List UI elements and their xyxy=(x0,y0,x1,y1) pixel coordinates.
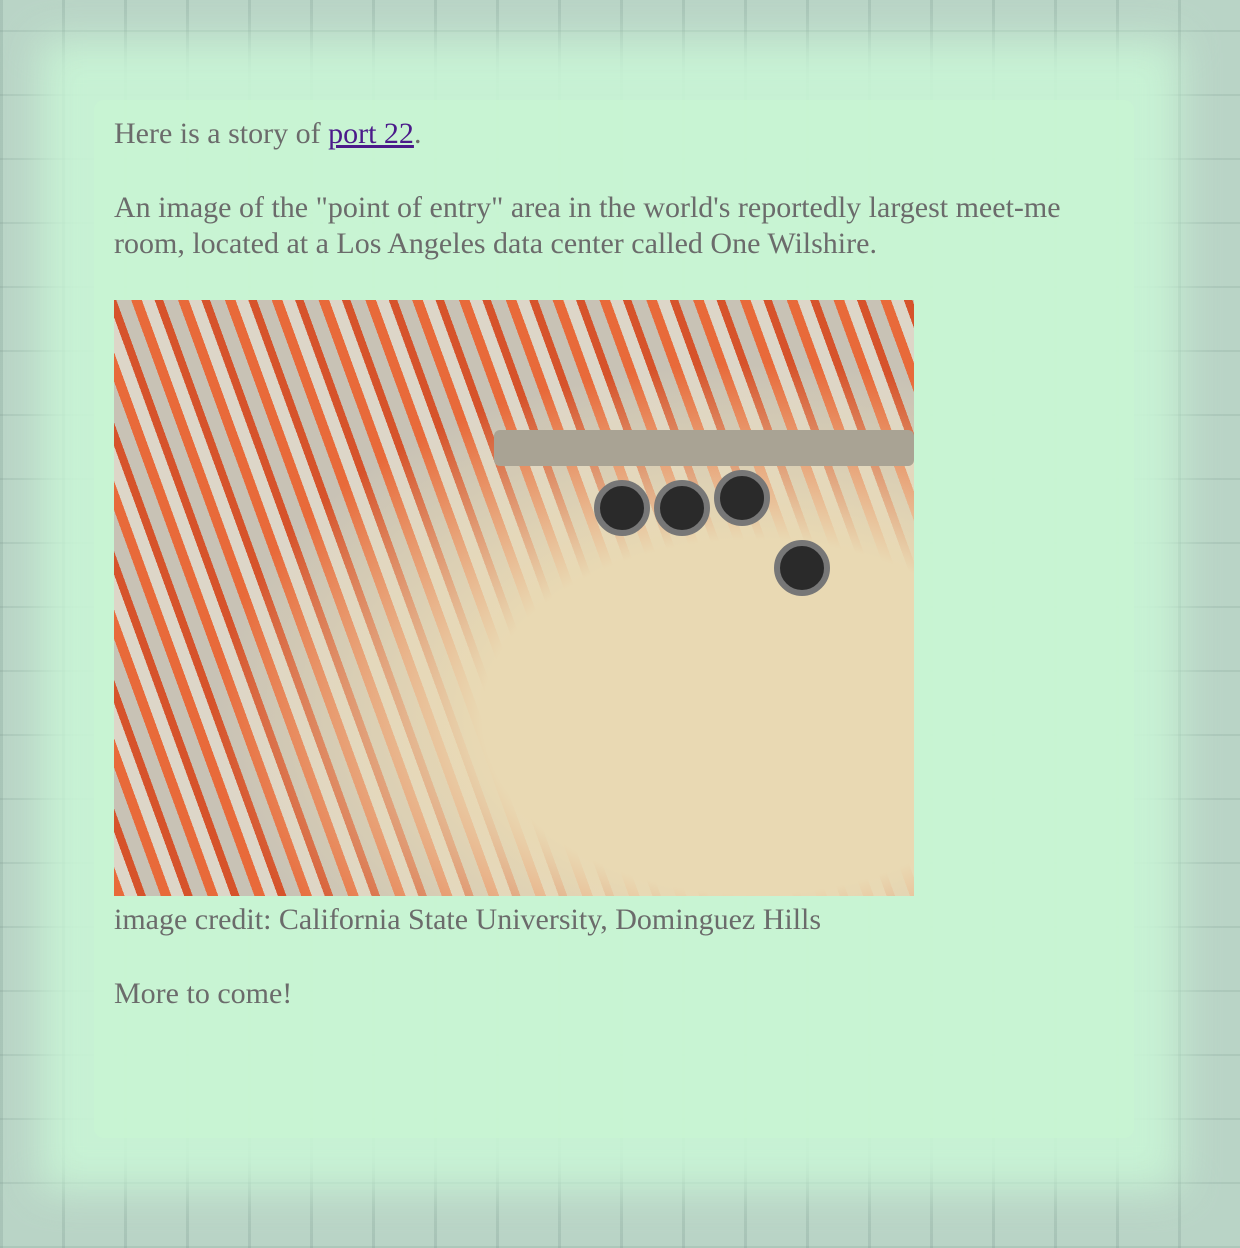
intro-text: Here is a story of xyxy=(114,117,329,150)
photo-port xyxy=(654,480,710,536)
photo-texture xyxy=(114,300,914,896)
footer-text: More to come! xyxy=(114,977,293,1010)
photo-port xyxy=(594,480,650,536)
main-content: Here is a story of port 22. An image of … xyxy=(114,116,1114,1050)
cable-photo xyxy=(114,300,914,896)
photo-pipe xyxy=(494,430,914,466)
intro-period: . xyxy=(413,117,422,150)
port-22-link[interactable]: port 22 xyxy=(328,117,414,150)
photo-port xyxy=(774,540,830,596)
intro-paragraph: Here is a story of port 22. xyxy=(114,116,1114,152)
image-credit: image credit: California State Universit… xyxy=(114,903,822,936)
description-paragraph: An image of the "point of entry" area in… xyxy=(114,191,1061,260)
photo-port xyxy=(714,470,770,526)
